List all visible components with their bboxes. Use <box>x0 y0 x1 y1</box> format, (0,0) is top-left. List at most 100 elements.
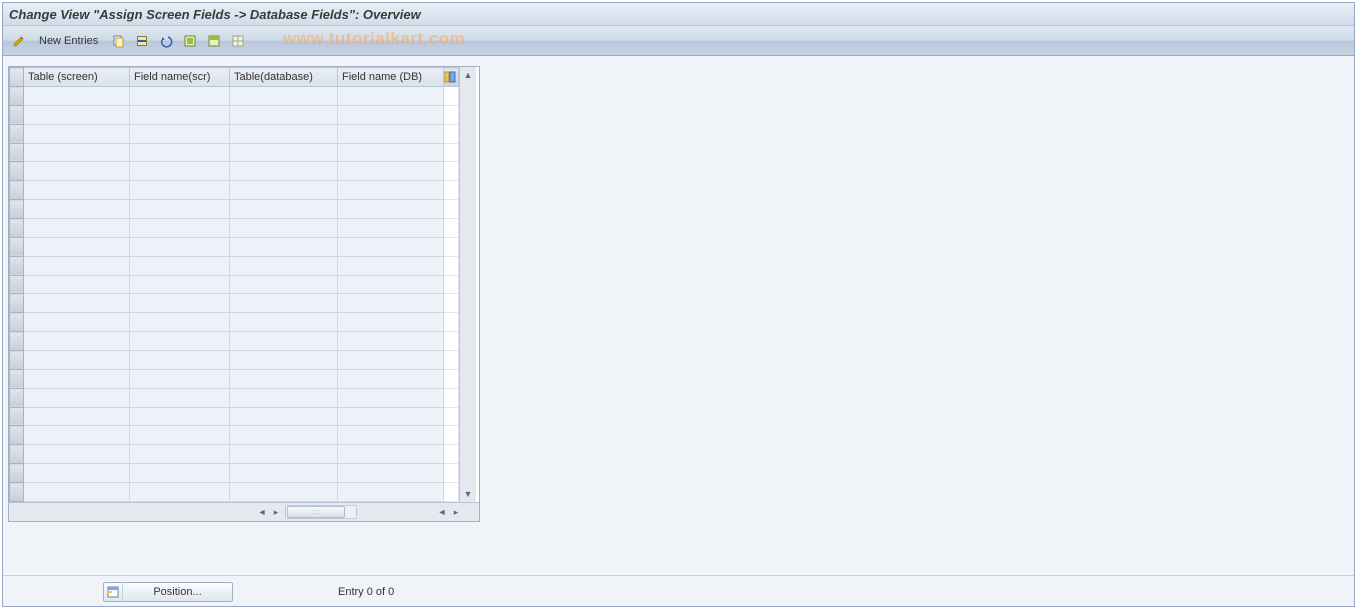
cell[interactable] <box>338 407 444 426</box>
row-selector[interactable] <box>10 162 24 181</box>
column-header[interactable]: Field name (DB) <box>338 68 444 87</box>
copy-as-icon[interactable] <box>108 31 128 51</box>
row-selector[interactable] <box>10 105 24 124</box>
cell[interactable] <box>130 388 230 407</box>
row-selector[interactable] <box>10 313 24 332</box>
row-selector[interactable] <box>10 483 24 502</box>
cell[interactable] <box>130 162 230 181</box>
cell[interactable] <box>24 200 130 219</box>
cell[interactable] <box>130 483 230 502</box>
row-selector-header[interactable] <box>10 68 24 87</box>
scroll-up-icon[interactable]: ▲ <box>461 68 475 82</box>
cell[interactable] <box>338 426 444 445</box>
row-selector[interactable] <box>10 219 24 238</box>
cell[interactable] <box>338 483 444 502</box>
row-selector[interactable] <box>10 256 24 275</box>
cell[interactable] <box>130 237 230 256</box>
cell[interactable] <box>130 407 230 426</box>
select-all-icon[interactable] <box>180 31 200 51</box>
cell[interactable] <box>230 275 338 294</box>
cell[interactable] <box>130 332 230 351</box>
row-selector[interactable] <box>10 124 24 143</box>
cell[interactable] <box>230 200 338 219</box>
cell[interactable] <box>24 219 130 238</box>
vertical-scrollbar[interactable]: ▲ ▼ <box>459 67 476 502</box>
cell[interactable] <box>24 143 130 162</box>
hscroll-thumb[interactable]: ::: <box>287 506 345 518</box>
cell[interactable] <box>24 87 130 106</box>
row-selector[interactable] <box>10 275 24 294</box>
cell[interactable] <box>230 87 338 106</box>
cell[interactable] <box>230 313 338 332</box>
column-header[interactable]: Field name(scr) <box>130 68 230 87</box>
cell[interactable] <box>338 332 444 351</box>
row-selector[interactable] <box>10 200 24 219</box>
row-selector[interactable] <box>10 87 24 106</box>
cell[interactable] <box>24 483 130 502</box>
cell[interactable] <box>130 313 230 332</box>
new-entries-button[interactable]: New Entries <box>33 32 104 50</box>
cell[interactable] <box>338 294 444 313</box>
cell[interactable] <box>130 294 230 313</box>
row-selector[interactable] <box>10 237 24 256</box>
cell[interactable] <box>338 313 444 332</box>
cell[interactable] <box>130 181 230 200</box>
cell[interactable] <box>338 87 444 106</box>
cell[interactable] <box>130 219 230 238</box>
toggle-change-icon[interactable] <box>9 31 29 51</box>
cell[interactable] <box>24 388 130 407</box>
cell[interactable] <box>130 464 230 483</box>
cell[interactable] <box>24 426 130 445</box>
select-block-icon[interactable] <box>204 31 224 51</box>
cell[interactable] <box>24 105 130 124</box>
cell[interactable] <box>24 124 130 143</box>
cell[interactable] <box>230 256 338 275</box>
cell[interactable] <box>230 162 338 181</box>
row-selector[interactable] <box>10 332 24 351</box>
cell[interactable] <box>338 351 444 370</box>
cell[interactable] <box>24 332 130 351</box>
cell[interactable] <box>130 124 230 143</box>
cell[interactable] <box>230 426 338 445</box>
row-selector[interactable] <box>10 351 24 370</box>
cell[interactable] <box>24 181 130 200</box>
hscroll-left-icon[interactable]: ◄ <box>255 505 269 519</box>
cell[interactable] <box>130 426 230 445</box>
row-selector[interactable] <box>10 407 24 426</box>
hscroll-right-icon[interactable]: ▸ <box>449 505 463 519</box>
cell[interactable] <box>230 332 338 351</box>
cell[interactable] <box>230 483 338 502</box>
cell[interactable] <box>24 445 130 464</box>
cell[interactable] <box>230 237 338 256</box>
cell[interactable] <box>230 219 338 238</box>
row-selector[interactable] <box>10 388 24 407</box>
cell[interactable] <box>338 388 444 407</box>
cell[interactable] <box>24 237 130 256</box>
horizontal-scrollbar[interactable]: ◄ ▸ ::: ◄ ▸ <box>9 502 479 521</box>
cell[interactable] <box>130 200 230 219</box>
cell[interactable] <box>338 143 444 162</box>
row-selector[interactable] <box>10 369 24 388</box>
cell[interactable] <box>338 237 444 256</box>
cell[interactable] <box>24 294 130 313</box>
cell[interactable] <box>230 369 338 388</box>
row-selector[interactable] <box>10 426 24 445</box>
row-selector[interactable] <box>10 143 24 162</box>
row-selector[interactable] <box>10 464 24 483</box>
cell[interactable] <box>338 124 444 143</box>
hscroll-left2-icon[interactable]: ▸ <box>269 505 283 519</box>
cell[interactable] <box>338 200 444 219</box>
cell[interactable] <box>338 181 444 200</box>
cell[interactable] <box>230 464 338 483</box>
cell[interactable] <box>230 294 338 313</box>
cell[interactable] <box>24 351 130 370</box>
cell[interactable] <box>24 162 130 181</box>
cell[interactable] <box>130 369 230 388</box>
hscroll-track[interactable]: ::: <box>285 505 357 519</box>
cell[interactable] <box>230 181 338 200</box>
cell[interactable] <box>338 256 444 275</box>
cell[interactable] <box>130 445 230 464</box>
cell[interactable] <box>24 464 130 483</box>
cell[interactable] <box>338 369 444 388</box>
cell[interactable] <box>130 105 230 124</box>
